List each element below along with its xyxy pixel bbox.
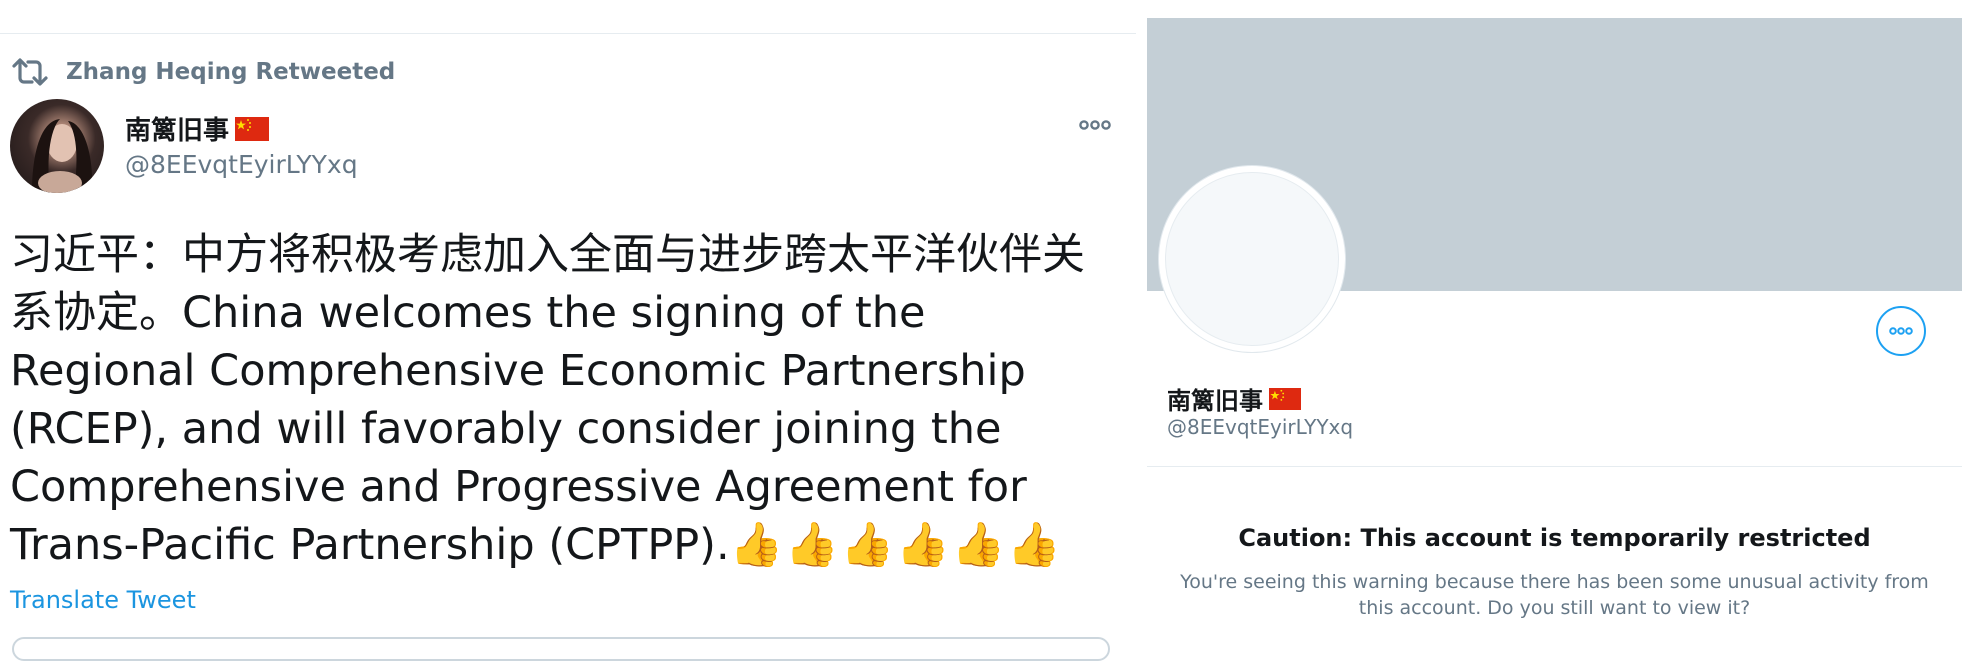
more-icon [1888, 322, 1914, 341]
author-handle[interactable]: @8EEvqtEyirLYYxq [125, 150, 358, 179]
divider [0, 33, 1136, 34]
profile-name-text: 南篱旧事 [1167, 387, 1263, 415]
tweet-text: 习近平：中方将积极考虑加入全面与进步跨太平洋伙伴关系协定。China welco… [10, 226, 1120, 574]
translate-tweet-link[interactable]: Translate Tweet [10, 586, 196, 614]
thumbs-up-emoji: 👍👍👍👍👍👍 [729, 520, 1063, 570]
avatar-placeholder [1165, 172, 1339, 346]
profile-panel: 南篱旧事 @8EEvqtEyirLYYxq Caution: This acco… [1147, 0, 1974, 643]
caution-body: You're seeing this warning because there… [1180, 571, 1929, 619]
tweet-panel: Zhang Heqing Retweeted 南篱旧事 @8EEvqtEyirL… [0, 0, 1136, 661]
china-flag-icon [235, 116, 270, 141]
author-name[interactable]: 南篱旧事 [125, 110, 270, 147]
profile-avatar[interactable] [1159, 166, 1345, 352]
profile-handle: @8EEvqtEyirLYYxq [1167, 415, 1354, 439]
more-icon[interactable] [1078, 116, 1112, 134]
author-name-text[interactable]: 南篱旧事 [125, 110, 229, 147]
caution-title: Caution: This account is temporarily res… [1238, 524, 1871, 552]
tweet-body: 习近平：中方将积极考虑加入全面与进步跨太平洋伙伴关系协定。China welco… [10, 230, 1085, 570]
profile-more-button[interactable] [1876, 306, 1926, 356]
china-flag-icon [1269, 387, 1301, 410]
profile-name: 南篱旧事 [1167, 381, 1301, 416]
divider [1147, 466, 1962, 467]
retweet-icon [10, 56, 50, 88]
quoted-card-edge[interactable] [12, 637, 1110, 661]
avatar[interactable] [10, 99, 104, 193]
retweet-label[interactable]: Zhang Heqing Retweeted [66, 59, 395, 85]
retweet-context[interactable]: Zhang Heqing Retweeted [10, 52, 395, 92]
